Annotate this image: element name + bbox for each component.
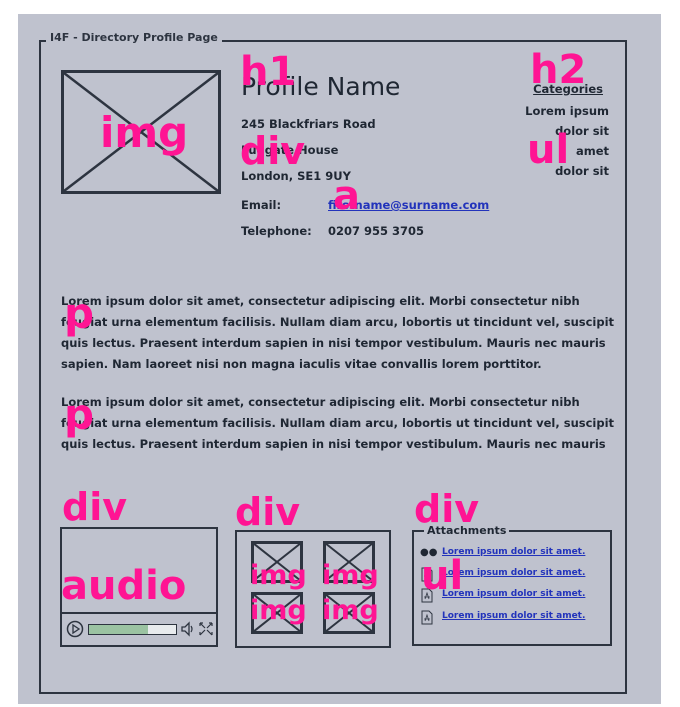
- frame-title: I4F - Directory Profile Page: [46, 31, 222, 44]
- tag-audio: audio: [61, 563, 187, 609]
- tag-div: div: [414, 487, 479, 531]
- pdf-file-icon: [421, 610, 433, 625]
- telephone-value: 0207 955 3705: [328, 224, 425, 238]
- paragraph-line: feugiat urna elementum facilisis. Nullam…: [61, 315, 615, 329]
- tag-img: img: [100, 108, 189, 157]
- tag-div: div: [62, 485, 127, 529]
- tag-p: p: [64, 390, 95, 439]
- paragraph-line: feugiat urna elementum facilisis. Nullam…: [61, 416, 615, 430]
- category-item: amet: [575, 144, 609, 158]
- paragraph-line: Lorem ipsum dolor sit amet, consectetur …: [61, 395, 580, 409]
- tag-p: p: [64, 289, 95, 338]
- tag-div: div: [235, 490, 300, 534]
- attachment-link[interactable]: Lorem ipsum dolor sit amet.: [442, 547, 585, 557]
- tag-img: img: [322, 560, 379, 591]
- category-item: Lorem ipsum: [525, 104, 609, 118]
- tag-img: img: [322, 595, 379, 626]
- tag-div: div: [240, 129, 305, 173]
- email-label: Email:: [241, 198, 282, 212]
- telephone-label: Telephone:: [241, 224, 312, 238]
- tag-ul: ul: [527, 127, 570, 173]
- audio-progress-bar[interactable]: [88, 624, 177, 635]
- attachment-link[interactable]: Lorem ipsum dolor sit amet.: [442, 589, 585, 599]
- tag-img: img: [250, 560, 307, 591]
- paragraph-1: Lorem ipsum dolor sit amet, consectetur …: [61, 291, 621, 375]
- paragraph-2: Lorem ipsum dolor sit amet, consectetur …: [61, 392, 621, 455]
- paragraph-line: quis lectus. Praesent interdum sapien in…: [61, 336, 606, 350]
- tag-img: img: [250, 595, 307, 626]
- tag-ul: ul: [421, 553, 464, 599]
- fullscreen-icon[interactable]: [198, 620, 214, 638]
- audio-play-icon[interactable]: [66, 620, 84, 638]
- volume-icon[interactable]: [180, 620, 196, 638]
- paragraph-line: sapien. Nam laoreet nisi non magna iacul…: [61, 357, 542, 371]
- tag-a: a: [333, 173, 360, 219]
- tag-h1: h1: [240, 49, 297, 95]
- attachment-link[interactable]: Lorem ipsum dolor sit amet.: [442, 611, 585, 621]
- paragraph-line: Lorem ipsum dolor sit amet, consectetur …: [61, 294, 580, 308]
- tag-h2: h2: [530, 47, 587, 93]
- paragraph-line: quis lectus. Praesent interdum sapien in…: [61, 437, 606, 451]
- attachment-link[interactable]: Lorem ipsum dolor sit amet.: [442, 568, 585, 578]
- audio-progress-fill: [89, 625, 149, 634]
